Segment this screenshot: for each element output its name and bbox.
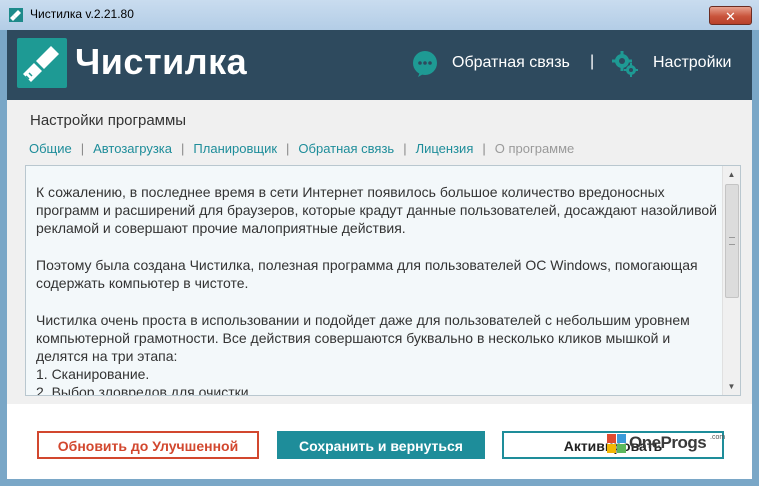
close-button[interactable]: ✕: [709, 6, 752, 25]
tab-scheduler[interactable]: Планировщик: [193, 141, 277, 156]
watermark-text: OneProgs: [629, 433, 707, 452]
app-header: Чистилка Обратная связь | Настройки: [7, 30, 752, 100]
window-title: Чистилка v.2.21.80: [30, 7, 134, 21]
tab-separator: |: [181, 141, 185, 156]
header-separator: |: [590, 53, 595, 70]
header-feedback-link[interactable]: Обратная связь: [452, 54, 570, 72]
step-item: 1. Сканирование.: [36, 366, 150, 382]
watermark-logo-icon: [607, 434, 626, 453]
about-text-box[interactable]: К сожалению, в последнее время в сети Ин…: [25, 165, 741, 396]
save-and-return-button[interactable]: Сохранить и вернуться: [277, 431, 485, 459]
tab-autostart[interactable]: Автозагрузка: [93, 141, 172, 156]
tab-license[interactable]: Лицензия: [416, 141, 474, 156]
scroll-thumb[interactable]: [725, 184, 739, 298]
page-title: Настройки программы: [30, 112, 187, 129]
watermark-suffix: .com: [710, 434, 726, 441]
header-settings-link[interactable]: Настройки: [653, 54, 731, 72]
gear-icon[interactable]: [611, 50, 639, 78]
about-paragraph: К сожалению, в последнее время в сети Ин…: [36, 184, 717, 236]
oneprogs-watermark: OneProgs .com: [607, 431, 729, 457]
tab-separator: |: [403, 141, 407, 156]
tab-separator: |: [286, 141, 290, 156]
app-window: Чистилка v.2.21.80 ✕ Чистилка Обратная с…: [0, 0, 759, 486]
chat-bubble-icon[interactable]: [411, 50, 439, 78]
broom-logo-icon: [17, 38, 67, 88]
title-bar[interactable]: Чистилка v.2.21.80 ✕: [0, 0, 759, 30]
scroll-down-arrow-icon[interactable]: ▼: [723, 378, 740, 395]
about-paragraph: Поэтому была создана Чистилка, полезная …: [36, 257, 698, 291]
step-item: 2. Выбор зловредов для очистки.: [36, 384, 253, 396]
scroll-grip-icon: [729, 237, 735, 245]
app-logo-text: Чистилка: [75, 41, 248, 82]
settings-panel: Настройки программы Общие | Автозагрузка | П…: [7, 100, 752, 404]
scroll-up-arrow-icon[interactable]: ▲: [723, 166, 740, 183]
settings-tabs: Общие | Автозагрузка | Планировщик | Обратная …: [29, 141, 574, 156]
tab-separator: |: [482, 141, 486, 156]
upgrade-button[interactable]: Обновить до Улучшенной: [37, 431, 259, 459]
about-text: К сожалению, в последнее время в сети Ин…: [36, 183, 726, 396]
tab-feedback[interactable]: Обратная связь: [298, 141, 394, 156]
vertical-scrollbar[interactable]: ▲ ▼: [722, 166, 740, 395]
tab-about[interactable]: О программе: [495, 141, 575, 156]
tab-separator: |: [80, 141, 85, 156]
about-paragraph: Чистилка очень проста в использовании и …: [36, 312, 690, 364]
app-broom-icon: [9, 8, 23, 22]
tab-general[interactable]: Общие: [29, 141, 72, 156]
